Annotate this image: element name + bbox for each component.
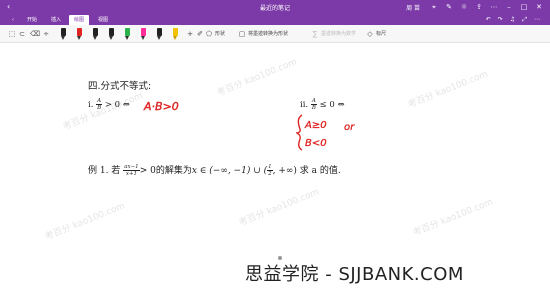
item-label: ii. xyxy=(300,100,309,110)
relation: ≤ 0 ⇔ xyxy=(319,100,345,110)
shapes-button[interactable]: 形状 xyxy=(215,29,225,39)
fraction: AB xyxy=(96,98,103,111)
restore-icon[interactable]: □ xyxy=(519,2,529,12)
ellipsis-icon[interactable]: ⋯ xyxy=(489,2,499,12)
pen-pink-icon[interactable] xyxy=(140,28,147,40)
inequality-item-2: ii. AB ≤ 0 ⇔ xyxy=(300,98,345,111)
select-icon[interactable]: ⬚ xyxy=(8,28,16,40)
example-problem: 例 1. 若 ax−1 x+1 > 0的解集为x ∈ (−∞, −1) ∪ (1 2,… xyxy=(88,163,341,177)
pen-body xyxy=(125,28,130,36)
lightbulb-icon[interactable]: ☼ xyxy=(459,2,469,12)
fraction-denominator: x+1 xyxy=(125,171,138,177)
pen-black-selected-icon[interactable] xyxy=(92,28,99,40)
red-ink-annotation: A·B>0 xyxy=(143,100,179,113)
add-pen-button[interactable]: + xyxy=(186,28,194,40)
fraction-numerator: ax−1 xyxy=(123,164,140,171)
ink-text-a-nonneg: A≥0 xyxy=(304,120,327,131)
fraction-denominator: B xyxy=(311,105,316,111)
pen-icon[interactable]: ✎ xyxy=(444,2,454,12)
ruler-icon[interactable]: ◇ xyxy=(366,28,374,40)
pen-black-2-icon[interactable] xyxy=(156,28,163,40)
pen-tip xyxy=(109,36,113,40)
draw-toolbar: ⬚ ⊂ ⌫ ÷ + ✐ ⬠ 形状 ▢ 将墨迹转换为形状 ∑ 墨迹转换为数学 ◇ … xyxy=(0,25,550,43)
overflow-icon[interactable]: ⋯ xyxy=(534,16,540,23)
add-space-icon[interactable]: ÷ xyxy=(42,28,50,40)
ink-text-ab-positive: A·B>0 xyxy=(143,100,179,113)
ink-brace xyxy=(296,114,303,151)
fullscreen-icon[interactable]: ⤢ xyxy=(522,16,527,24)
minimize-icon[interactable]: – xyxy=(504,2,514,12)
example-mid: > 0的解集为 xyxy=(139,166,192,176)
pen-tip xyxy=(77,36,81,40)
ribbon-right-controls: ↶ ↷ ♫ ⤢ ⋯ xyxy=(486,15,540,24)
section-title: 四.分式不等式: xyxy=(88,81,152,92)
pen-black-icon[interactable] xyxy=(60,28,67,40)
pen-tip xyxy=(157,36,161,40)
ribbon-back-icon[interactable]: ‹ xyxy=(8,15,18,25)
red-ink-annotation-2: A≥0 B<0 or xyxy=(296,114,355,151)
tab-home[interactable]: 开始 xyxy=(22,15,42,25)
pen-dark-icon[interactable] xyxy=(108,28,115,40)
solution-set: x ∈ (−∞, −1) ∪ ( xyxy=(191,166,268,176)
pen-tip xyxy=(93,36,97,40)
user-name[interactable]: 周 苗 xyxy=(406,3,420,12)
pen-body xyxy=(173,28,178,36)
ink-to-math-icon[interactable]: ∑ xyxy=(311,28,319,40)
close-icon[interactable]: ✕ xyxy=(534,2,544,12)
eraser-icon[interactable]: ⌫ xyxy=(30,28,40,40)
shapes-icon[interactable]: ⬠ xyxy=(205,28,213,40)
bell-icon[interactable]: ♫ xyxy=(510,16,515,23)
pen-body xyxy=(109,28,114,36)
pen-body xyxy=(61,28,66,36)
ink-text-or: or xyxy=(344,122,355,133)
example-prefix: 例 1. 若 xyxy=(88,166,121,176)
ink-to-shape-button[interactable]: 将墨迹转换为形状 xyxy=(248,29,288,39)
fraction-numerator: A xyxy=(96,98,103,105)
item-label: i. xyxy=(88,100,94,110)
tab-draw[interactable]: 绘图 xyxy=(69,15,89,25)
brand-watermark: 思益学院 - SJJBANK.COM xyxy=(245,264,464,285)
fraction: ax−1 x+1 xyxy=(123,164,140,177)
pen-body xyxy=(141,28,146,36)
relation: > 0 ⇔ xyxy=(104,100,130,110)
ink-to-shape-icon[interactable]: ▢ xyxy=(238,28,246,40)
fraction-denominator: B xyxy=(97,105,102,111)
pen-body xyxy=(77,28,82,36)
ruler-button[interactable]: 标尺 xyxy=(376,29,386,39)
fraction: AB xyxy=(310,98,317,111)
fraction-numerator: A xyxy=(310,98,317,105)
pen-tip xyxy=(173,36,177,40)
pen-body xyxy=(93,28,98,36)
title-bar: ‹ 最近的笔记 周 苗 ⌖ ✎ ☼ ⇪ ⋯ – □ ✕ xyxy=(0,0,550,14)
tab-insert[interactable]: 插入 xyxy=(46,15,66,25)
pen-tip xyxy=(125,36,129,40)
pen-red-icon[interactable] xyxy=(76,28,83,40)
ink-text-b-negative: B<0 xyxy=(305,138,327,149)
mic-icon[interactable]: ⌖ xyxy=(429,2,439,12)
lasso-icon[interactable]: ⊂ xyxy=(18,28,26,40)
onenote-app: ‹ 最近的笔记 周 苗 ⌖ ✎ ☼ ⇪ ⋯ – □ ✕ ‹ 开始 插入 绘图 视… xyxy=(0,0,550,298)
pen-green-icon[interactable] xyxy=(124,28,131,40)
pen-tip xyxy=(61,36,65,40)
pen-tip xyxy=(141,36,145,40)
tab-view[interactable]: 视图 xyxy=(93,15,113,25)
example-tail: , +∞) 求 a 的值. xyxy=(272,166,341,176)
redo-icon[interactable]: ↷ xyxy=(498,16,503,23)
title-bar-controls: 周 苗 ⌖ ✎ ☼ ⇪ ⋯ – □ ✕ xyxy=(406,2,550,12)
ink-to-math-button[interactable]: 墨迹转换为数学 xyxy=(321,29,356,39)
pen-body xyxy=(157,28,162,36)
inequality-item-1: i. AB > 0 ⇔ xyxy=(88,98,130,111)
undo-icon[interactable]: ↶ xyxy=(486,16,491,23)
highlighter-yellow-icon[interactable] xyxy=(172,28,179,40)
ribbon-tabs: ‹ 开始 插入 绘图 视图 ↶ ↷ ♫ ⤢ ⋯ xyxy=(0,14,550,25)
share-icon[interactable]: ⇪ xyxy=(474,2,484,12)
touch-draw-icon[interactable]: ✐ xyxy=(196,28,204,40)
